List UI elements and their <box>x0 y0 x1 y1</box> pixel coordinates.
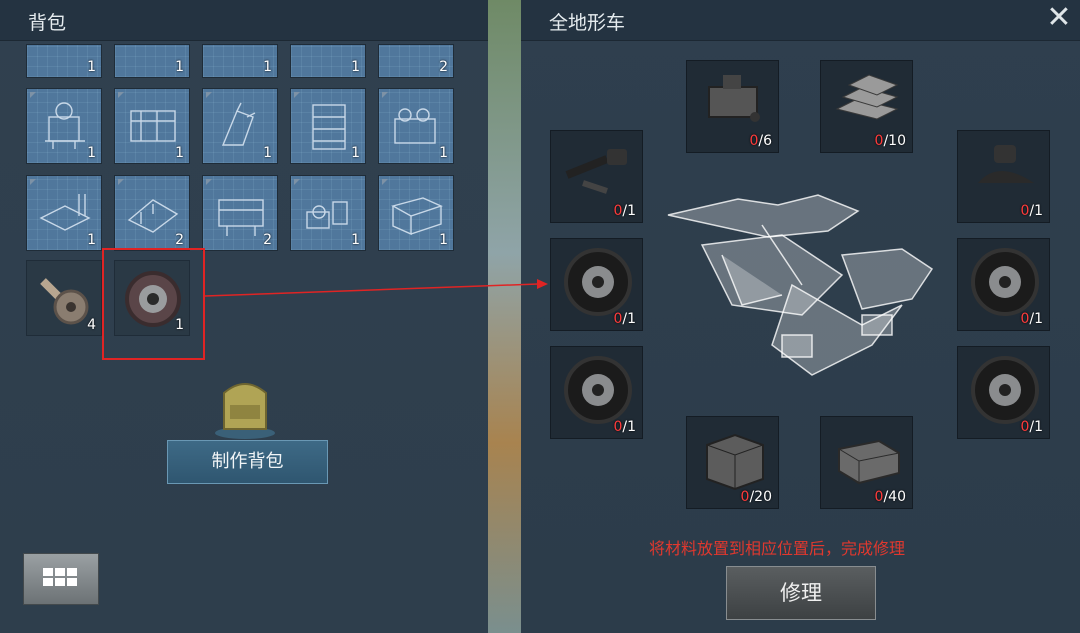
handlebar-slot[interactable]: 0/1 <box>550 130 643 223</box>
metal-ingots-slot[interactable]: 0/10 <box>820 60 913 153</box>
blueprint-slot[interactable]: 2 <box>202 175 278 251</box>
backpack-icon <box>215 383 275 439</box>
required-count: 0/1 <box>1020 419 1043 435</box>
grid-menu-button[interactable] <box>23 553 99 605</box>
blueprint-stove-icon <box>394 108 436 144</box>
item-count: 1 <box>263 59 272 75</box>
close-button[interactable]: ✕ <box>1044 3 1074 33</box>
grid-icon <box>43 568 77 586</box>
item-count: 1 <box>175 59 184 75</box>
item-count: 2 <box>439 59 448 75</box>
blueprint-engine-icon <box>45 102 85 149</box>
inventory-slot[interactable]: 1 <box>114 44 190 78</box>
required-count: 0/1 <box>613 311 636 327</box>
item-count: 1 <box>439 145 448 161</box>
pulley-slot[interactable]: 4 <box>26 260 102 336</box>
required-count: 0/1 <box>1020 311 1043 327</box>
blueprint-slot[interactable]: 1 <box>378 175 454 251</box>
required-count: 0/20 <box>740 489 772 505</box>
metal-sheet-slot[interactable]: 0/40 <box>820 416 913 509</box>
seat-slot[interactable]: 0/1 <box>957 130 1050 223</box>
blueprint-turret-icon <box>221 102 256 146</box>
item-count: 2 <box>263 232 272 248</box>
blueprint-slot[interactable]: 1 <box>26 88 102 164</box>
selection-highlight <box>102 248 205 360</box>
required-count: 0/1 <box>613 203 636 219</box>
vehicle-title: 全地形车 <box>549 12 626 34</box>
blueprint-table-icon <box>39 194 91 231</box>
wheel-icon <box>971 248 1039 316</box>
blueprint-slot[interactable]: 1 <box>290 175 366 251</box>
ingot-stack-icon <box>835 74 899 120</box>
wheel-icon <box>971 356 1039 424</box>
metal-block-icon <box>838 439 900 485</box>
inventory-panel: 背包 1 1 1 1 2 1 1 1 1 1 1 2 2 1 1 4 1 制作背… <box>0 0 488 633</box>
required-count: 0/1 <box>613 419 636 435</box>
blueprint-barrels-icon <box>306 201 348 229</box>
handlebar-icon <box>565 149 627 194</box>
wheel-icon <box>564 356 632 424</box>
item-count: 1 <box>351 145 360 161</box>
blueprint-slot[interactable]: 2 <box>114 175 190 251</box>
repair-hint: 将材料放置到相应位置后，完成修理 <box>649 539 906 558</box>
item-count: 1 <box>351 232 360 248</box>
wheel-slot-rear-right[interactable]: 0/1 <box>957 346 1050 439</box>
atv-ghost-model <box>667 194 934 376</box>
blueprint-shack-icon <box>127 199 179 233</box>
game-world-background <box>488 0 521 633</box>
metal-crate-slot[interactable]: 0/20 <box>686 416 779 509</box>
crate-icon <box>706 433 764 491</box>
item-count: 1 <box>351 59 360 75</box>
item-count: 1 <box>87 145 96 161</box>
repair-header: 全地形车 ✕ <box>521 0 1080 41</box>
blueprint-slot[interactable]: 1 <box>26 175 102 251</box>
inventory-slot[interactable]: 1 <box>202 44 278 78</box>
required-count: 0/6 <box>749 133 772 149</box>
item-count: 1 <box>87 59 96 75</box>
blueprint-slot[interactable]: 1 <box>378 88 454 164</box>
wheel-icon <box>564 248 632 316</box>
blueprint-counter-icon <box>391 197 443 236</box>
inventory-slot[interactable]: 1 <box>26 44 102 78</box>
inventory-header: 背包 <box>0 0 488 41</box>
blueprint-shelf-icon <box>312 104 346 150</box>
item-count: 1 <box>439 232 448 248</box>
wheel-slot-rear-left[interactable]: 0/1 <box>550 346 643 439</box>
inventory-slot[interactable]: 2 <box>378 44 454 78</box>
inventory-slot[interactable]: 1 <box>290 44 366 78</box>
blueprint-slot[interactable]: 1 <box>114 88 190 164</box>
inventory-title: 背包 <box>28 12 67 34</box>
required-count: 0/1 <box>1020 203 1043 219</box>
engine-slot[interactable]: 0/6 <box>686 60 779 153</box>
item-count: 1 <box>263 145 272 161</box>
item-count: 4 <box>87 317 96 333</box>
blueprint-slot[interactable]: 1 <box>290 88 366 164</box>
item-count: 1 <box>87 232 96 248</box>
blueprint-bench-icon <box>218 199 264 236</box>
wheel-slot-front-left[interactable]: 0/1 <box>550 238 643 331</box>
engine-icon <box>708 75 760 122</box>
repair-button[interactable]: 修理 <box>726 566 876 620</box>
craft-backpack-button[interactable]: 制作背包 <box>167 440 328 484</box>
required-count: 0/10 <box>874 133 906 149</box>
item-count: 1 <box>175 145 184 161</box>
seat-icon <box>978 145 1034 183</box>
pulley-icon <box>40 278 89 325</box>
wheel-slot-front-right[interactable]: 0/1 <box>957 238 1050 331</box>
blueprint-slot[interactable]: 1 <box>202 88 278 164</box>
item-count: 2 <box>175 232 184 248</box>
blueprint-workbench-icon <box>130 110 176 142</box>
required-count: 0/40 <box>874 489 906 505</box>
